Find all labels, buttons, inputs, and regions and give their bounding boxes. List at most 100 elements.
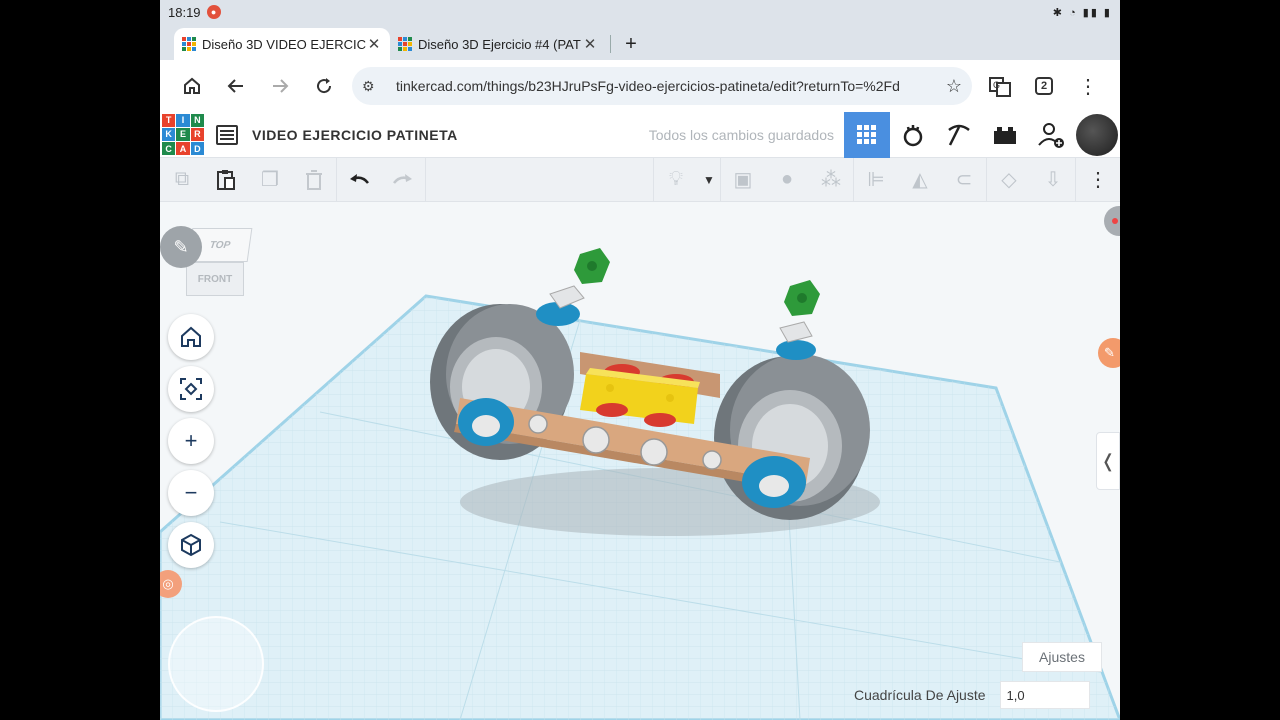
arrow-right-icon: [273, 79, 289, 93]
edit-toolbar: ⧉ ❐ 💡︎ ▼ ▣ ● ⁂ ⊫ ◭ ⊂ ◇ ⇩ ⋮: [160, 157, 1120, 202]
zoom-out-button[interactable]: −: [168, 470, 214, 516]
save-status: Todos los cambios guardados: [648, 126, 834, 143]
tab-switcher-button[interactable]: 2: [1022, 64, 1066, 108]
hole-button[interactable]: ⁂: [809, 158, 853, 202]
axle-left: [536, 248, 610, 326]
forward-button[interactable]: [258, 64, 302, 108]
design-list-icon[interactable]: [216, 124, 238, 145]
design-name[interactable]: VIDEO EJERCICIO PATINETA: [252, 127, 458, 143]
bricks-button[interactable]: [936, 112, 982, 158]
add-collaborator-button[interactable]: [1028, 112, 1074, 158]
translate-button[interactable]: G: [978, 64, 1022, 108]
minus-icon: −: [184, 480, 198, 505]
back-button[interactable]: [214, 64, 258, 108]
url-text: tinkercad.com/things/b23HJruPsFg-video-e…: [396, 78, 900, 94]
new-tab-button[interactable]: +: [615, 28, 647, 60]
toolbar-divider: [425, 157, 426, 202]
bookmark-star-icon[interactable]: ☆: [946, 76, 962, 97]
mirror-icon: ◭: [912, 169, 928, 191]
status-bar: 18:19 ● ✱ ◔ ▮▮ ▮: [160, 0, 1120, 24]
chevron-left-icon: ❬: [1100, 450, 1116, 471]
copy-button[interactable]: ⧉: [160, 158, 204, 202]
copy-icon: ⧉: [174, 168, 190, 190]
view-cube-front[interactable]: FRONT: [186, 262, 244, 296]
mirror-button[interactable]: ◭: [898, 158, 942, 202]
duplicate-icon: ❐: [261, 169, 279, 191]
system-status-icons: ✱ ◔ ▮▮ ▮: [1052, 6, 1112, 19]
redo-icon: [393, 173, 412, 184]
blocks-button[interactable]: [890, 112, 936, 158]
home-button[interactable]: [170, 64, 214, 108]
lightbulb-icon: 💡︎: [669, 168, 683, 190]
align-icon: ⊫: [867, 169, 885, 191]
light-dropdown[interactable]: ▼: [698, 158, 720, 202]
tab-separator: [610, 35, 611, 53]
grid-snap-label: Cuadrícula De Ajuste: [854, 687, 986, 703]
camera-icon: ◎: [162, 576, 174, 591]
wheel-front-left: [458, 398, 514, 446]
brick-icon: [994, 126, 1016, 144]
delete-button[interactable]: [292, 158, 336, 202]
home-icon: [181, 326, 201, 347]
more-options-button[interactable]: ⋮: [1076, 158, 1120, 202]
address-bar[interactable]: ⚙ tinkercad.com/things/b23HJruPsFg-video…: [352, 67, 972, 105]
magnet-icon: ⊂: [955, 169, 973, 191]
edit-pencil-button[interactable]: ✎: [160, 226, 202, 268]
lego-bricks-button[interactable]: [982, 112, 1028, 158]
tab-count: 2: [1035, 77, 1053, 95]
pen-icon: ✎: [1104, 345, 1115, 360]
home-view-button[interactable]: [168, 314, 214, 360]
tab-title: Diseño 3D Ejercicio #4 (PAT: [418, 36, 581, 52]
tinkercad-logo[interactable]: T I N K E R C A D: [162, 113, 204, 156]
fit-view-button[interactable]: [168, 366, 214, 412]
import-icon: ⇩: [1044, 169, 1062, 191]
close-tab-icon[interactable]: ✕: [582, 35, 598, 53]
group-icon: ▣: [733, 169, 753, 191]
undo-button[interactable]: [337, 158, 381, 202]
close-tab-icon[interactable]: ✕: [366, 35, 382, 53]
ungroup-button[interactable]: ●: [765, 158, 809, 202]
avatar[interactable]: [1076, 113, 1118, 156]
workplane-viewport[interactable]: TOP FRONT ✎ + − ◎ ✎ ❬ Ajustes Cuadrícula…: [160, 202, 1120, 720]
undo-icon: [350, 173, 369, 184]
tab-strip: Diseño 3D VIDEO EJERCICIO PATINETA ✕ Dis…: [160, 24, 1120, 60]
workplane-button[interactable]: ◇: [987, 158, 1031, 202]
device-screen: 18:19 ● ✱ ◔ ▮▮ ▮ Diseño 3D VIDEO EJERCIC…: [160, 0, 1120, 720]
ruler-button[interactable]: ⇩: [1031, 158, 1075, 202]
navigation-joystick[interactable]: [168, 616, 264, 712]
overlay-pen-button[interactable]: ✎: [1098, 338, 1120, 368]
more-vert-icon: ⋮: [1088, 169, 1108, 191]
settings-button[interactable]: Ajustes: [1022, 642, 1102, 672]
editor-header: T I N K E R C A D VIDEO EJERCICIO PATINE…: [160, 111, 1120, 158]
tinkercad-favicon-icon: [398, 37, 412, 51]
tinkercad-favicon-icon: [182, 37, 196, 51]
arrow-left-icon: [227, 79, 243, 93]
site-settings-icon[interactable]: ⚙: [362, 78, 386, 95]
robot-arm-icon: [903, 124, 923, 146]
group-button[interactable]: ▣: [721, 158, 765, 202]
tab-design-ejercicio-4[interactable]: Diseño 3D Ejercicio #4 (PAT ✕: [390, 28, 606, 60]
clock: 18:19: [168, 4, 201, 20]
paste-button[interactable]: [204, 158, 248, 202]
tab-design-patineta[interactable]: Diseño 3D VIDEO EJERCICIO PATINETA ✕: [174, 28, 390, 60]
3d-scene[interactable]: [160, 202, 1120, 720]
zoom-in-button[interactable]: +: [168, 418, 214, 464]
home-icon: [184, 77, 200, 94]
ungroup-icon: ●: [780, 168, 794, 190]
perspective-button[interactable]: [168, 522, 214, 568]
reload-button[interactable]: [302, 64, 346, 108]
3d-view-button[interactable]: [844, 111, 890, 158]
cruise-button[interactable]: ⊂: [942, 158, 986, 202]
browser-menu-button[interactable]: ⋮: [1066, 64, 1110, 108]
redo-button[interactable]: [381, 158, 425, 202]
grid-snap-control: Cuadrícula De Ajuste 1,0: [854, 681, 1090, 709]
expand-panel-button[interactable]: ❬: [1096, 432, 1120, 490]
add-user-icon: [1038, 122, 1064, 148]
record-icon: ●: [206, 5, 221, 19]
reload-icon: [317, 78, 332, 94]
light-button[interactable]: 💡︎: [654, 158, 698, 202]
hole-icon: ⁂: [821, 169, 841, 191]
duplicate-button[interactable]: ❐: [248, 158, 292, 202]
align-button[interactable]: ⊫: [854, 158, 898, 202]
grid-snap-select[interactable]: 1,0: [999, 681, 1090, 709]
